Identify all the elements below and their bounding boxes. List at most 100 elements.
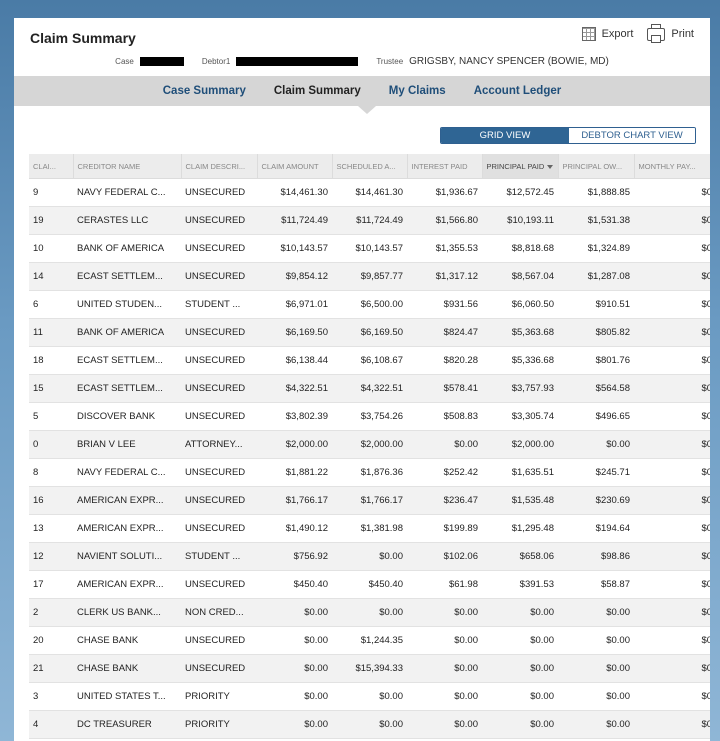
cell-monthly-payment: $0.0 [634,570,710,599]
claim-summary-panel: Claim Summary Export Print Case Debtor1 … [14,18,710,741]
cell-monthly-payment: $0.0 [634,430,710,459]
view-toggle: GRID VIEW DEBTOR CHART VIEW [440,127,696,144]
cell-interest-paid: $0.00 [407,654,482,683]
table-row[interactable]: 3 UNITED STATES T... PRIORITY $0.00 $0.00 $0.… [29,682,710,711]
cell-claim-number: 9 [29,178,73,207]
cell-principal-owed: $564.58 [558,374,634,403]
cell-claim-number: 12 [29,542,73,571]
cell-claim-amount: $0.00 [257,598,332,627]
cell-monthly-payment: $0.0 [634,318,710,347]
col-creditor-name[interactable]: CREDITOR NAME [73,154,182,179]
col-principal-owed[interactable]: PRINCIPAL OW... [558,154,635,179]
cell-principal-paid: $0.00 [482,654,558,683]
print-button[interactable]: Print [647,23,694,43]
col-claim-number[interactable]: CLAI... [29,154,74,179]
table-row[interactable]: 6 UNITED STUDEN... STUDENT ... $6,971.01 $6,… [29,290,710,319]
table-row[interactable]: 18 ECAST SETTLEM... UNSECURED $6,138.44 $6,1… [29,346,710,375]
cell-claim-description: PRIORITY [181,710,257,739]
cell-claim-description: ATTORNEY... [181,430,257,459]
cell-claim-amount: $6,971.01 [257,290,332,319]
cell-interest-paid: $1,317.12 [407,262,482,291]
table-row[interactable]: 9 NAVY FEDERAL C... UNSECURED $14,461.30 $14… [29,178,710,207]
table-row[interactable]: 15 ECAST SETTLEM... UNSECURED $4,322.51 $4,3… [29,374,710,403]
cell-interest-paid: $61.98 [407,570,482,599]
cell-claim-number: 0 [29,430,73,459]
table-row[interactable]: 21 CHASE BANK UNSECURED $0.00 $15,394.33 $0.0… [29,654,710,683]
cell-claim-description: UNSECURED [181,262,257,291]
cell-interest-paid: $508.83 [407,402,482,431]
cell-monthly-payment: $0.0 [634,654,710,683]
col-interest-paid[interactable]: INTEREST PAID [407,154,483,179]
table-row[interactable]: 8 NAVY FEDERAL C... UNSECURED $1,881.22 $1,8… [29,458,710,487]
cell-claim-number: 5 [29,402,73,431]
cell-claim-amount: $9,854.12 [257,262,332,291]
table-row[interactable]: 13 AMERICAN EXPR... UNSECURED $1,490.12 $1,3… [29,514,710,543]
cell-scheduled-amount: $0.00 [332,598,407,627]
col-claim-amount[interactable]: CLAIM AMOUNT [257,154,333,179]
cell-claim-amount: $756.92 [257,542,332,571]
cell-interest-paid: $0.00 [407,682,482,711]
table-row[interactable]: 10 BANK OF AMERICA UNSECURED $10,143.57 $10,… [29,234,710,263]
table-row[interactable]: 17 AMERICAN EXPR... UNSECURED $450.40 $450.4… [29,570,710,599]
trustee-label: Trustee [376,57,404,66]
cell-claim-description: UNSECURED [181,570,257,599]
table-row[interactable]: 4 DC TREASURER PRIORITY $0.00 $0.00 $0.00 $0.0… [29,710,710,739]
cell-principal-owed: $0.00 [558,430,634,459]
cell-scheduled-amount: $3,754.26 [332,402,407,431]
cell-scheduled-amount: $9,857.77 [332,262,407,291]
tab-my-claims[interactable]: My Claims [375,85,460,97]
table-row[interactable]: 12 NAVIENT SOLUTI... STUDENT ... $756.92 $0.… [29,542,710,571]
cell-scheduled-amount: $1,381.98 [332,514,407,543]
table-row[interactable]: 14 ECAST SETTLEM... UNSECURED $9,854.12 $9,8… [29,262,710,291]
cell-scheduled-amount: $0.00 [332,542,407,571]
cell-principal-owed: $496.65 [558,402,634,431]
cell-interest-paid: $820.28 [407,346,482,375]
table-row[interactable]: 2 CLERK US BANK... NON CRED... $0.00 $0.00 $0… [29,598,710,627]
cell-claim-description: UNSECURED [181,626,257,655]
cell-monthly-payment: $0.0 [634,234,710,263]
cell-monthly-payment: $0.0 [634,458,710,487]
cell-creditor-name: AMERICAN EXPR... [73,570,181,599]
tab-account-ledger[interactable]: Account Ledger [460,85,576,97]
grid-view-button[interactable]: GRID VIEW [441,128,569,143]
table-row[interactable]: 16 AMERICAN EXPR... UNSECURED $1,766.17 $1,7… [29,486,710,515]
cell-claim-number: 3 [29,682,73,711]
table-row[interactable]: 19 CERASTES LLC UNSECURED $11,724.49 $11,724… [29,206,710,235]
cell-claim-amount: $2,000.00 [257,430,332,459]
cell-principal-paid: $8,567.04 [482,262,558,291]
cell-principal-owed: $1,287.08 [558,262,634,291]
cell-claim-amount: $4,322.51 [257,374,332,403]
cell-claim-number: 2 [29,598,73,627]
cell-principal-paid: $0.00 [482,710,558,739]
cell-monthly-payment: $0.0 [634,262,710,291]
cell-interest-paid: $1,566.80 [407,206,482,235]
table-row[interactable]: 20 CHASE BANK UNSECURED $0.00 $1,244.35 $0.00… [29,626,710,655]
export-button[interactable]: Export [581,27,634,41]
col-claim-description[interactable]: CLAIM DESCRI... [181,154,258,179]
debtor-chart-view-button[interactable]: DEBTOR CHART VIEW [569,128,695,143]
cell-principal-owed: $0.00 [558,598,634,627]
cell-claim-description: PRIORITY [181,682,257,711]
cell-interest-paid: $102.06 [407,542,482,571]
col-scheduled-amount[interactable]: SCHEDULED A... [332,154,408,179]
cell-principal-owed: $230.69 [558,486,634,515]
col-monthly-payment[interactable]: MONTHLY PAY... [634,154,710,179]
cell-principal-owed: $805.82 [558,318,634,347]
cell-creditor-name: CHASE BANK [73,626,181,655]
table-row[interactable]: 5 DISCOVER BANK UNSECURED $3,802.39 $3,754.2… [29,402,710,431]
page-title: Claim Summary [30,30,136,46]
cell-claim-amount: $450.40 [257,570,332,599]
table-body: 9 NAVY FEDERAL C... UNSECURED $14,461.30 $14… [29,178,710,739]
cell-claim-description: UNSECURED [181,206,257,235]
cell-claim-description: NON CRED... [181,598,257,627]
cell-creditor-name: CERASTES LLC [73,206,181,235]
export-label: Export [601,28,634,40]
col-principal-paid[interactable]: PRINCIPAL PAID [482,154,559,179]
table-row[interactable]: 11 BANK OF AMERICA UNSECURED $6,169.50 $6,16… [29,318,710,347]
table-row[interactable]: 0 BRIAN V LEE ATTORNEY... $2,000.00 $2,000.0… [29,430,710,459]
cell-monthly-payment: $0.0 [634,514,710,543]
tab-case-summary[interactable]: Case Summary [149,85,260,97]
active-tab-caret [358,106,376,114]
cell-claim-number: 10 [29,234,73,263]
tab-claim-summary[interactable]: Claim Summary [260,85,375,97]
